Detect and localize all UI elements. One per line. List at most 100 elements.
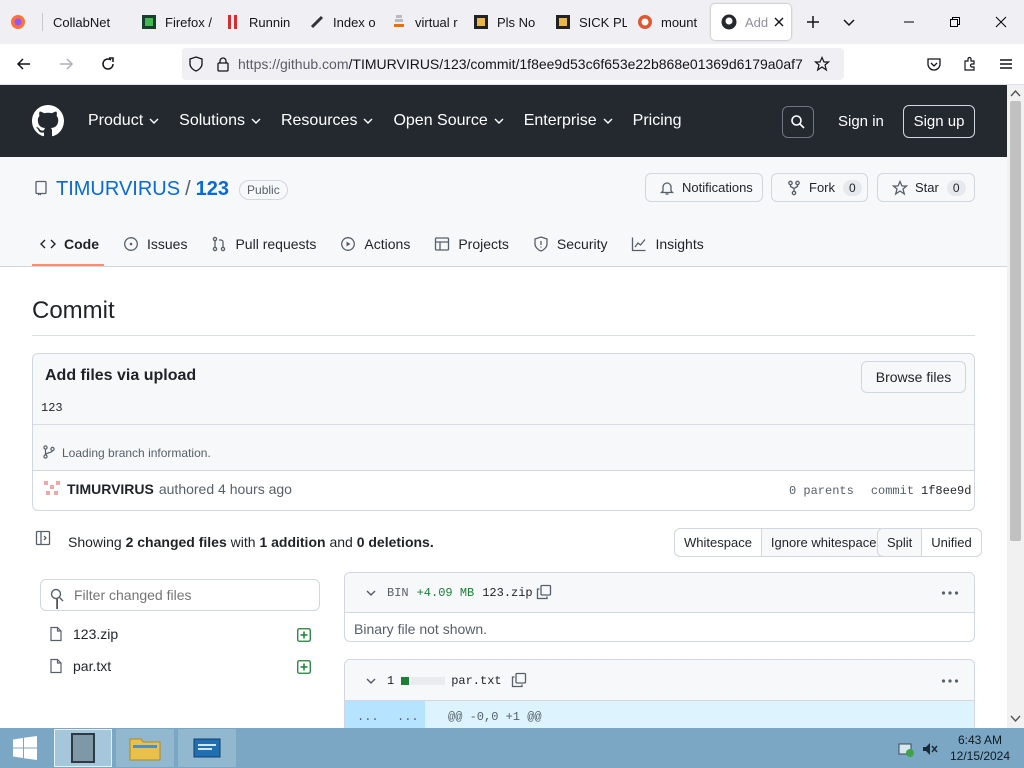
- restore-icon: [950, 17, 960, 27]
- notifications-button[interactable]: Notifications: [645, 173, 763, 202]
- size-change: +4.09 MB: [416, 586, 475, 600]
- browser-tab[interactable]: virtual r: [381, 4, 463, 40]
- tab-label: Runnin: [249, 14, 291, 30]
- taskbar-firefox-window[interactable]: [54, 729, 112, 767]
- sidebar-toggle-icon[interactable]: [35, 530, 51, 546]
- browser-tab-strip: CollabNet Firefox / Runnin Index o virtu…: [0, 0, 1024, 44]
- diff-file-name[interactable]: par.txt: [451, 674, 501, 688]
- forward-button[interactable]: [48, 48, 84, 80]
- red-bars-icon: [228, 15, 237, 29]
- expand-up-button[interactable]: ...: [357, 710, 379, 724]
- unified-view-button[interactable]: Unified: [922, 528, 982, 557]
- tab-insights[interactable]: Insights: [631, 224, 704, 264]
- browser-tab[interactable]: mount: [627, 4, 711, 40]
- reload-button[interactable]: [90, 48, 126, 80]
- browser-tab[interactable]: SICK PL: [545, 4, 627, 40]
- nav-solutions[interactable]: Solutions: [179, 112, 261, 130]
- start-button[interactable]: [0, 728, 50, 768]
- repo-owner-link[interactable]: TIMURVIRUS: [56, 178, 180, 201]
- expand-down-button[interactable]: ...: [397, 710, 419, 724]
- nav-product[interactable]: Product: [88, 112, 159, 130]
- scroll-thumb[interactable]: [1010, 101, 1021, 541]
- lines-changed: 1: [387, 674, 395, 688]
- browser-tab[interactable]: Index o: [299, 4, 381, 40]
- pocket-icon: [927, 58, 941, 71]
- browser-tab[interactable]: Firefox /: [131, 4, 215, 40]
- file-tree-item[interactable]: par.txt: [48, 658, 111, 674]
- nav-pricing[interactable]: Pricing: [633, 112, 682, 130]
- nav-resources[interactable]: Resources: [281, 112, 373, 130]
- new-tab-button[interactable]: [795, 4, 831, 40]
- network-icon[interactable]: [897, 740, 915, 758]
- tab-projects[interactable]: Projects: [434, 224, 509, 264]
- copy-icon[interactable]: [536, 584, 552, 600]
- bell-icon: [659, 181, 675, 195]
- branch-info: Loading branch information.: [62, 446, 211, 460]
- ignore-whitespace-button[interactable]: Ignore whitespace: [761, 528, 887, 557]
- restore-button[interactable]: [932, 0, 978, 44]
- search-button[interactable]: [782, 106, 814, 138]
- summary-text: with: [230, 534, 256, 550]
- diff-file-name[interactable]: 123.zip: [482, 586, 532, 600]
- binary-note: Binary file not shown.: [354, 621, 488, 637]
- github-logo-icon[interactable]: [32, 105, 64, 137]
- avatar[interactable]: [44, 481, 60, 497]
- nav-open-source[interactable]: Open Source: [393, 112, 504, 130]
- tab-security[interactable]: Security: [533, 224, 608, 264]
- browser-tab[interactable]: Pls No: [463, 4, 545, 40]
- browser-tab[interactable]: Runnin: [215, 4, 299, 40]
- scroll-down-icon[interactable]: [1010, 715, 1021, 723]
- commit-sha[interactable]: 1f8ee9d: [921, 484, 971, 498]
- nav-enterprise[interactable]: Enterprise: [524, 112, 613, 130]
- chevron-down-icon[interactable]: [365, 675, 377, 687]
- kebab-horizontal-icon[interactable]: [941, 678, 959, 684]
- binary-label: BIN: [387, 586, 409, 600]
- file-tree-item[interactable]: 123.zip: [48, 626, 118, 642]
- page-scrollbar[interactable]: [1007, 85, 1024, 728]
- tab-code[interactable]: Code: [40, 224, 99, 264]
- split-view-button[interactable]: Split: [877, 528, 923, 557]
- tab-pull-requests[interactable]: Pull requests: [211, 224, 316, 264]
- file-added-icon: [297, 660, 311, 674]
- speaker-muted-icon[interactable]: [921, 740, 939, 758]
- close-window-button[interactable]: [978, 0, 1024, 44]
- sign-in-link[interactable]: Sign in: [838, 113, 884, 130]
- scroll-up-icon[interactable]: [1010, 89, 1021, 97]
- shield-icon: [189, 56, 203, 72]
- whitespace-button[interactable]: Whitespace: [674, 528, 762, 557]
- author-link[interactable]: TIMURVIRUS: [67, 481, 154, 497]
- browse-files-button[interactable]: Browse files: [861, 361, 966, 393]
- copy-icon[interactable]: [511, 672, 527, 688]
- taskbar-file-explorer[interactable]: [116, 729, 174, 767]
- back-button[interactable]: [6, 48, 42, 80]
- star-button[interactable]: Star 0: [877, 173, 975, 202]
- fork-label: Fork: [809, 180, 835, 195]
- text-cursor-icon: I: [55, 596, 60, 613]
- pocket-button[interactable]: [916, 48, 952, 80]
- tab-label: Add: [745, 14, 769, 30]
- browser-tab-active[interactable]: Add: [711, 4, 791, 40]
- tab-actions[interactable]: Actions: [340, 224, 410, 264]
- tab-label: Security: [556, 236, 608, 252]
- address-bar[interactable]: https://github.com/TIMURVIRUS/123/commit…: [182, 48, 844, 80]
- browser-tab[interactable]: CollabNet: [43, 4, 131, 40]
- sign-up-button[interactable]: Sign up: [903, 105, 975, 138]
- repo-name-link[interactable]: 123: [196, 178, 229, 201]
- fork-button[interactable]: Fork 0: [771, 173, 868, 202]
- list-all-tabs-button[interactable]: [831, 4, 867, 40]
- browser-tab-firefox[interactable]: [0, 4, 42, 40]
- app-menu-button[interactable]: [988, 48, 1024, 80]
- chevron-down-icon[interactable]: [365, 587, 377, 599]
- filter-files-input[interactable]: [74, 587, 314, 603]
- tab-issues[interactable]: Issues: [123, 224, 187, 264]
- back-arrow-icon: [16, 58, 30, 70]
- nav-label: Open Source: [393, 112, 488, 129]
- system-clock[interactable]: 6:43 AM 12/15/2024: [948, 732, 1012, 764]
- star-bookmark-icon[interactable]: [814, 56, 830, 72]
- kebab-horizontal-icon[interactable]: [941, 590, 959, 596]
- minimize-button[interactable]: [886, 0, 932, 44]
- tab-label: Projects: [458, 236, 509, 252]
- close-icon[interactable]: [773, 16, 785, 28]
- taskbar-app[interactable]: [178, 729, 236, 767]
- extensions-button[interactable]: [952, 48, 988, 80]
